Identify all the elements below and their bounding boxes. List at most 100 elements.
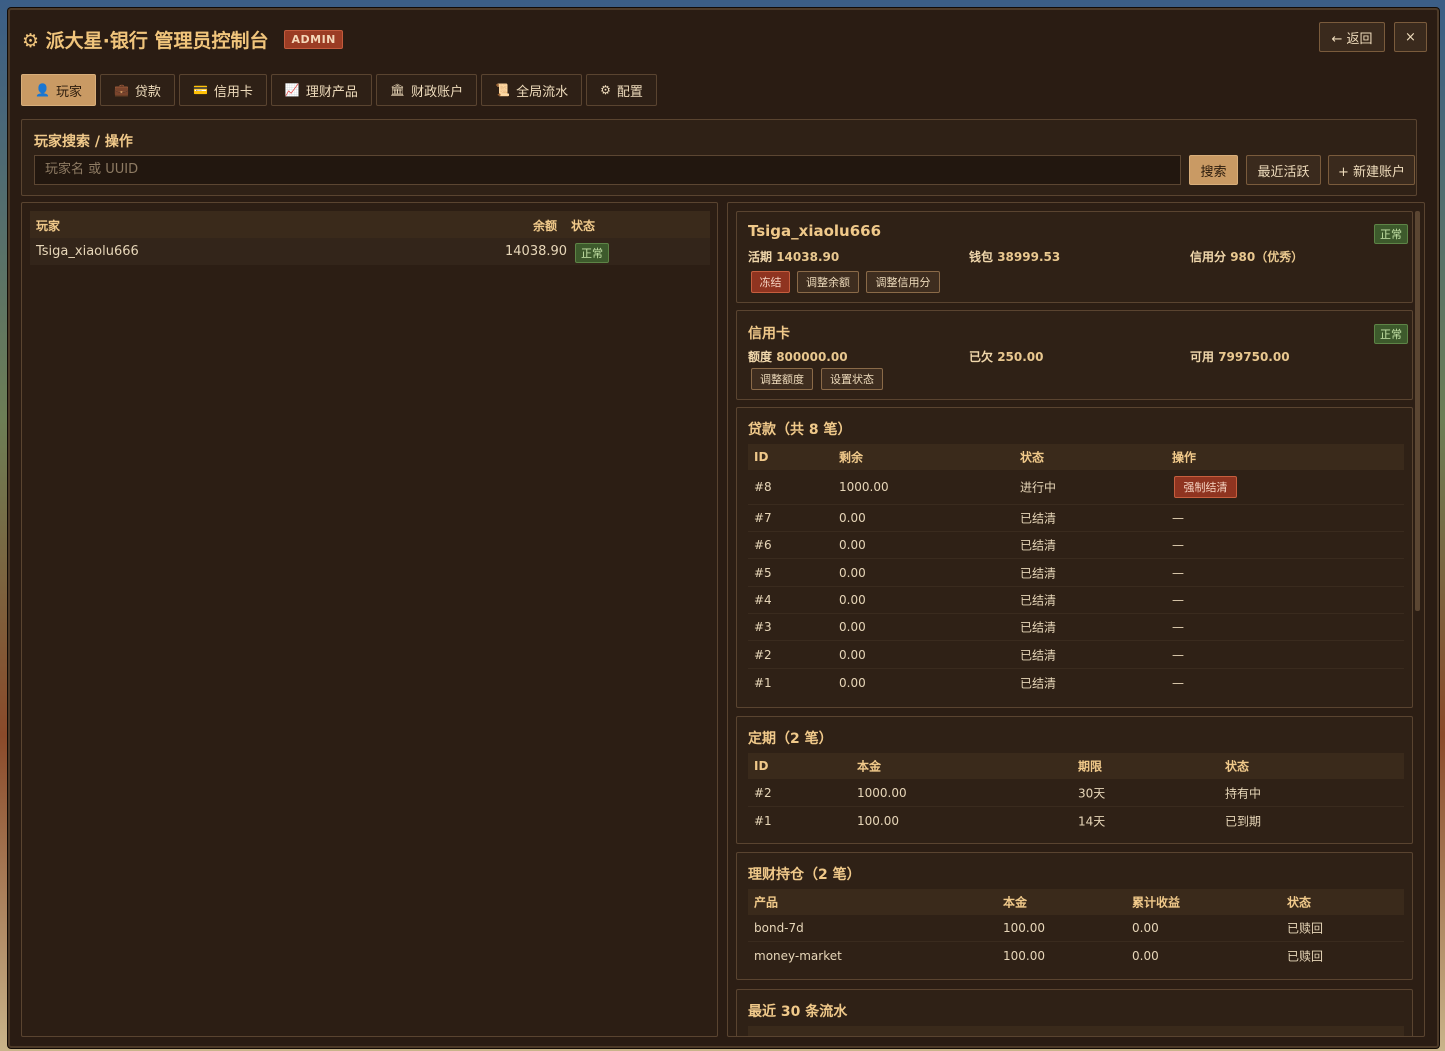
table-row: #1 100.00 14天 已到期: [748, 807, 1404, 835]
card-owed: 已欠 250.00: [969, 348, 1044, 365]
table-row[interactable]: Tsiga_xiaolu666 14038.90 正常: [30, 238, 710, 265]
loan-status: 已结清: [1020, 648, 1057, 662]
card-limit: 额度 800000.00: [748, 348, 848, 365]
credit-card-card: 信用卡 正常 额度 800000.00 已欠 250.00 可用 799750.…: [736, 310, 1413, 400]
table-row: #2 0.00 已结清 —: [748, 641, 1404, 669]
holding-income: 0.00: [1132, 949, 1159, 963]
table-row: #1 0.00 已结清 —: [748, 669, 1404, 696]
tab-wealth-products[interactable]: 📈 理财产品: [270, 74, 372, 106]
search-input[interactable]: 玩家名 或 UUID: [34, 155, 1181, 185]
player-list-panel: 玩家 余额 状态 Tsiga_xiaolu666 14038.90 正常: [21, 202, 718, 1037]
tab-label: 玩家: [55, 84, 82, 100]
available-label: 可用: [1190, 350, 1215, 364]
loan-status: 已结清: [1020, 620, 1057, 635]
adjust-balance-button[interactable]: 调整余额: [797, 271, 859, 293]
tab-players[interactable]: 👤 玩家: [21, 74, 96, 106]
back-button[interactable]: ← 返回: [1319, 22, 1385, 52]
loan-action: —: [1172, 511, 1184, 525]
loan-id: #5: [754, 565, 772, 580]
header-id: ID: [754, 759, 769, 773]
bank-icon: 🏛: [389, 83, 406, 97]
wealth-table-header: 产品 本金 累计收益 状态: [748, 889, 1404, 915]
briefcase-icon: 💼: [113, 83, 129, 97]
loan-action: —: [1172, 538, 1184, 552]
player-table-header: 玩家 余额 状态: [30, 211, 710, 238]
user-icon: 👤: [35, 83, 50, 97]
tab-treasury[interactable]: 🏛 财政账户: [375, 74, 478, 106]
holding-income: 0.00: [1132, 921, 1159, 935]
current-value: 14038.90: [776, 250, 840, 264]
table-row: money-market 100.00 0.00 已赎回: [748, 942, 1404, 970]
table-row: #2 1000.00 30天 持有中: [748, 779, 1404, 807]
deposit-status: 已到期: [1225, 814, 1262, 829]
player-detail-panel: Tsiga_xiaolu666 正常 活期 14038.90 钱包 38999.…: [727, 202, 1425, 1037]
title-bar: ⚙ 派大星·银行 管理员控制台 ADMIN ← 返回 ×: [10, 10, 1437, 70]
header-remaining: 剩余: [839, 450, 864, 465]
window-title-text: ⚙ 派大星·银行 管理员控制台: [22, 30, 269, 52]
recent-active-button[interactable]: 最近活跃: [1246, 155, 1321, 185]
loan-status: 已结清: [1020, 538, 1057, 553]
card-available: 可用 799750.00: [1190, 348, 1290, 365]
loan-remaining: 0.00: [839, 647, 866, 662]
status-badge: 正常: [575, 243, 609, 263]
freeze-button[interactable]: 冻结: [751, 271, 790, 293]
table-row: #7 0.00 已结清 —: [748, 505, 1404, 532]
owed-value: 250.00: [997, 350, 1044, 364]
adjust-credit-button[interactable]: 调整信用分: [866, 271, 940, 293]
loan-remaining: 0.00: [839, 538, 866, 552]
fixed-table-header: ID 本金 期限 状态: [748, 753, 1404, 779]
player-name: Tsiga_xiaolu666: [36, 244, 139, 259]
player-balance: 14038.90: [505, 244, 568, 259]
available-value: 799750.00: [1218, 350, 1290, 364]
recent-ledger-card: 最近 30 条流水: [736, 989, 1413, 1036]
deposit-term: 30天: [1078, 786, 1106, 800]
loan-remaining: 1000.00: [839, 480, 889, 494]
loan-remaining: 0.00: [839, 675, 866, 690]
account-card: Tsiga_xiaolu666 正常 活期 14038.90 钱包 38999.…: [736, 211, 1413, 303]
header-product: 产品: [754, 895, 779, 910]
table-row: bond-7d 100.00 0.00 已赎回: [748, 915, 1404, 942]
account-name: Tsiga_xiaolu666: [748, 222, 882, 240]
window-title: ⚙ 派大星·银行 管理员控制台 ADMIN: [22, 26, 343, 53]
set-status-button[interactable]: 设置状态: [821, 368, 883, 390]
loans-title: 贷款（共 8 笔）: [748, 422, 852, 438]
force-settle-button[interactable]: 强制结清: [1174, 476, 1237, 498]
close-button[interactable]: ×: [1394, 22, 1427, 52]
header-status: 状态: [1020, 450, 1045, 465]
tab-label: 财政账户: [411, 84, 464, 100]
detail-scrollbar[interactable]: [1415, 211, 1420, 611]
adjust-limit-button[interactable]: 调整额度: [751, 368, 813, 390]
loan-action: —: [1172, 675, 1184, 690]
table-row: #4 0.00 已结清 —: [748, 587, 1404, 614]
tab-credit-card[interactable]: 💳 信用卡: [178, 74, 267, 106]
tab-config[interactable]: ⚙ 配置: [586, 74, 657, 106]
header-status: 状态: [1287, 895, 1312, 910]
fixed-deposit-card: 定期（2 笔） ID 本金 期限 状态 #2 1000.00 30天 持有中 #…: [736, 716, 1413, 844]
new-account-button[interactable]: + 新建账户: [1328, 155, 1415, 185]
holding-principal: 100.00: [1003, 949, 1045, 963]
loan-id: #3: [754, 620, 772, 634]
credit-card-icon: 💳: [192, 83, 208, 97]
header-balance: 余额: [533, 219, 558, 233]
header-income: 累计收益: [1132, 895, 1181, 910]
gear-icon: ⚙: [600, 83, 611, 97]
loan-status: 已结清: [1020, 566, 1057, 580]
search-button[interactable]: 搜索: [1189, 155, 1238, 185]
tab-global-ledger[interactable]: 📜 全局流水: [481, 74, 583, 106]
loan-status: 已结清: [1020, 676, 1057, 690]
limit-label: 额度: [748, 350, 773, 364]
wallet-balance: 钱包 38999.53: [969, 248, 1060, 265]
deposit-principal: 100.00: [857, 814, 899, 828]
header-id: ID: [754, 450, 769, 464]
credit-score: 信用分 980（优秀）: [1190, 248, 1303, 265]
loans-table-header: ID 剩余 状态 操作: [748, 444, 1404, 470]
loan-remaining: 0.00: [839, 620, 866, 634]
table-row: #3 0.00 已结清 —: [748, 614, 1404, 641]
deposit-id: #1: [754, 814, 772, 828]
loan-id: #6: [754, 538, 772, 552]
loan-status: 已结清: [1020, 511, 1057, 526]
deposit-id: #2: [754, 785, 772, 800]
tab-loans[interactable]: 💼 贷款: [99, 74, 175, 106]
player-search-panel: 玩家搜索 / 操作 玩家名 或 UUID 搜索 最近活跃 + 新建账户: [21, 119, 1417, 196]
header-term: 期限: [1078, 759, 1103, 774]
